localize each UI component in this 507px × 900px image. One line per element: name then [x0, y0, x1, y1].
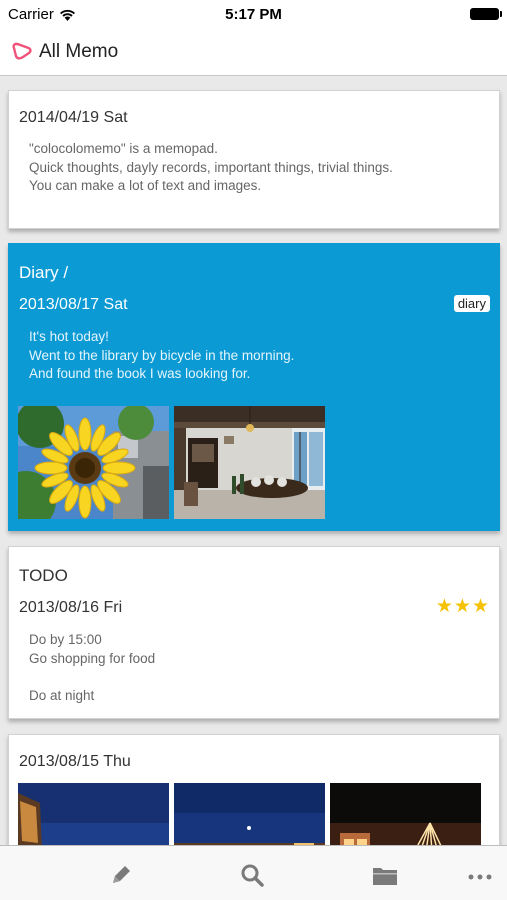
tab-bar — [0, 845, 507, 900]
star-rating[interactable]: ★★★ — [436, 595, 490, 618]
memo-photo-night-3[interactable] — [330, 783, 481, 845]
memo-category: Diary / — [19, 263, 69, 282]
more-icon[interactable] — [467, 863, 493, 887]
memo-date: 2013/08/16 Fri — [19, 599, 123, 616]
memo-category: TODO — [19, 566, 68, 585]
memo-list[interactable]: 2014/04/19 Sat "colocolomemo" is a memop… — [0, 77, 507, 845]
memo-body: "colocolomemo" is a memopad. Quick thoug… — [29, 141, 393, 193]
app-logo-icon — [12, 42, 32, 60]
memo-photo-interior[interactable] — [174, 406, 325, 519]
status-bar: Carrier 5:17 PM — [0, 0, 507, 28]
memo-card[interactable]: 2014/04/19 Sat "colocolomemo" is a memop… — [8, 90, 500, 229]
memo-photo-night-2[interactable] — [174, 783, 325, 845]
clock: 5:17 PM — [225, 6, 282, 23]
memo-card[interactable]: Diary / 2013/08/17 Sat diary It's hot to… — [8, 243, 500, 531]
memo-body: It's hot today! Went to the library by b… — [29, 329, 295, 381]
folder-icon[interactable] — [372, 863, 398, 887]
memo-tag[interactable]: diary — [453, 295, 490, 312]
search-icon[interactable] — [240, 863, 266, 887]
nav-bar: All Memo — [0, 28, 507, 76]
memo-photo-night-1[interactable] — [18, 783, 169, 845]
memo-card[interactable]: TODO 2013/08/16 Fri ★★★ Do by 15:00 Go s… — [8, 546, 500, 719]
memo-date: 2013/08/15 Thu — [19, 753, 131, 770]
memo-date: 2014/04/19 Sat — [19, 109, 128, 126]
page-title: All Memo — [39, 41, 119, 62]
memo-card[interactable]: 2013/08/15 Thu — [8, 734, 500, 845]
memo-photo-sunflower[interactable] — [18, 406, 169, 519]
memo-date: 2013/08/17 Sat — [19, 296, 128, 313]
battery-icon — [470, 8, 502, 20]
memo-body: Do by 15:00 Go shopping for food Do at n… — [29, 632, 156, 703]
pencil-icon[interactable] — [108, 863, 134, 887]
